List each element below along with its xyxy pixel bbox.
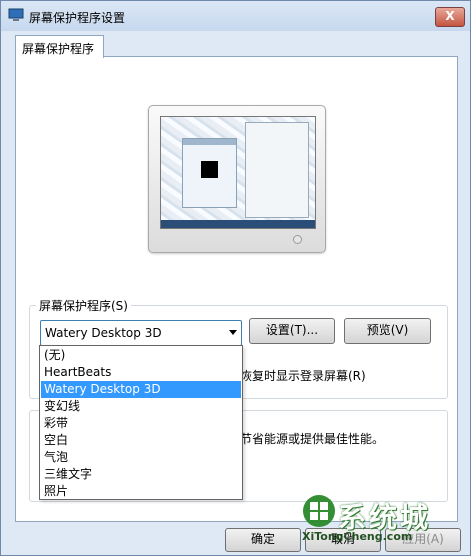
dropdown-option[interactable]: 三维文字: [41, 466, 241, 483]
chevron-down-icon[interactable]: [229, 330, 237, 335]
monitor-icon: [8, 8, 24, 21]
preview-button[interactable]: 预览(V): [344, 318, 431, 344]
dropdown-option[interactable]: 气泡: [41, 449, 241, 466]
screensaver-dropdown-list[interactable]: (无) HeartBeats Watery Desktop 3D 变幻线 彩带 …: [39, 345, 243, 500]
title-bar: 屏幕保护程序设置 X: [1, 1, 470, 31]
dropdown-option[interactable]: 照片: [41, 483, 241, 500]
ok-button[interactable]: 确定: [225, 528, 301, 552]
preview-thumbnail: [201, 161, 218, 178]
settings-button[interactable]: 设置(T)...: [249, 318, 335, 344]
watermark-site: XiTongCheng.com: [302, 530, 413, 543]
preview-window: [182, 138, 237, 208]
windows-logo-icon: [303, 495, 335, 527]
close-button[interactable]: X: [435, 7, 465, 27]
preview-screen: [160, 116, 316, 229]
dropdown-option[interactable]: 彩带: [41, 415, 241, 432]
monitor-preview: [148, 105, 326, 253]
screensaver-select[interactable]: Watery Desktop 3D: [40, 320, 242, 346]
window-title: 屏幕保护程序设置: [29, 11, 126, 25]
screensaver-select-value: Watery Desktop 3D: [45, 326, 162, 340]
dropdown-option[interactable]: HeartBeats: [41, 364, 241, 381]
dropdown-option[interactable]: (无): [41, 347, 241, 364]
preview-taskbar: [161, 220, 315, 228]
tab-screensaver[interactable]: 屏幕保护程序: [15, 35, 104, 58]
dropdown-option[interactable]: 变幻线: [41, 398, 241, 415]
screensaver-group-label: 屏幕保护程序(S): [36, 297, 131, 314]
dropdown-option[interactable]: 空白: [41, 432, 241, 449]
tab-label: 屏幕保护程序: [22, 42, 95, 56]
site-watermark: 系统城 XiTongCheng.com: [300, 494, 465, 550]
power-description: 节省能源或提供最佳性能。: [240, 432, 385, 446]
power-led-icon: [293, 235, 302, 244]
resume-login-option[interactable]: 恢复时显示登录屏幕(R): [240, 367, 366, 384]
preview-window: [245, 122, 309, 218]
dropdown-option-selected[interactable]: Watery Desktop 3D: [41, 381, 241, 398]
